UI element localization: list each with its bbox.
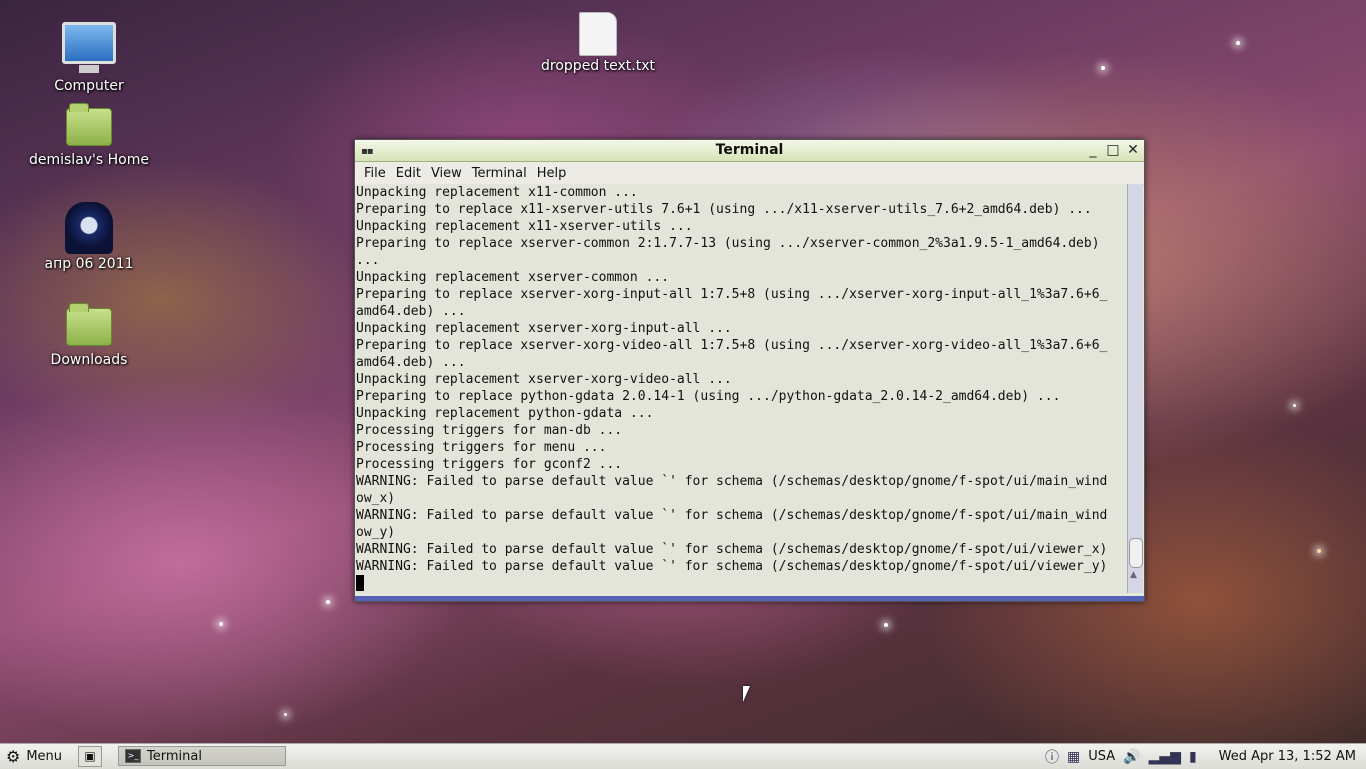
volume-icon[interactable]: 🔊 xyxy=(1123,749,1140,765)
user-avatar-icon xyxy=(65,202,113,254)
terminal-line: Preparing to replace xserver-common 2:1.… xyxy=(356,236,1100,251)
clock[interactable]: Wed Apr 13, 1:52 AM xyxy=(1219,749,1356,764)
terminal-line: Preparing to replace x11-xserver-utils 7… xyxy=(356,202,1092,217)
star xyxy=(219,622,223,626)
terminal-line: Unpacking replacement python-gdata ... xyxy=(356,406,654,421)
star xyxy=(1317,549,1321,553)
terminal-line: Preparing to replace python-gdata 2.0.14… xyxy=(356,389,1061,404)
show-desktop-button[interactable]: ▣ xyxy=(78,746,102,767)
terminal-line: Unpacking replacement xserver-common ... xyxy=(356,270,670,285)
update-manager-icon[interactable]: ▦ xyxy=(1067,749,1080,765)
terminal-line: WARNING: Failed to parse default value `… xyxy=(356,559,1108,574)
terminal-prompt-line[interactable] xyxy=(356,575,1127,592)
folder-icon xyxy=(66,303,112,346)
terminal-line: Processing triggers for menu ... xyxy=(356,440,607,455)
terminal-line: amd64.deb) ... xyxy=(356,304,466,319)
terminal-line: ow_x) xyxy=(356,491,396,506)
scroll-up-arrow-icon[interactable]: ▲ xyxy=(1130,570,1137,580)
terminal-line: WARNING: Failed to parse default value `… xyxy=(356,508,1108,523)
taskbar-item-label: Terminal xyxy=(147,748,202,764)
desktop-icon-label: Downloads xyxy=(50,352,128,368)
taskbar-item-terminal[interactable]: >_ Terminal xyxy=(118,746,286,766)
terminal-line: Unpacking replacement xserver-xorg-video… xyxy=(356,372,732,387)
battery-icon[interactable]: ▮ xyxy=(1189,749,1197,765)
desktop-icon-label: апр 06 2011 xyxy=(44,256,134,272)
window-titlebar[interactable]: ▪▪ Terminal _ □ ✕ xyxy=(355,140,1144,162)
terminal-output[interactable]: Unpacking replacement x11-common ... Prep… xyxy=(355,184,1127,593)
taskbar: ⚙ Menu ▣ >_ Terminal ⓘ ▦ USA 🔊 ▂▄▆ ▮ Wed… xyxy=(0,743,1366,769)
desktop-icon-label: Computer xyxy=(54,78,124,94)
info-icon[interactable]: ⓘ xyxy=(1045,747,1059,767)
star xyxy=(326,600,330,604)
terminal-line: WARNING: Failed to parse default value `… xyxy=(356,542,1108,557)
window-title: Terminal xyxy=(715,142,784,158)
menu-file[interactable]: File xyxy=(359,166,391,181)
terminal-line: ow_y) xyxy=(356,525,396,540)
terminal-line: Preparing to replace xserver-xorg-input-… xyxy=(356,287,1108,302)
text-file-icon xyxy=(579,12,617,56)
terminal-line: amd64.deb) ... xyxy=(356,355,466,370)
minimize-button[interactable]: _ xyxy=(1084,141,1102,159)
menu-edit[interactable]: Edit xyxy=(391,166,426,181)
star xyxy=(1236,41,1240,45)
maximize-button[interactable]: □ xyxy=(1104,141,1122,159)
terminal-line: ... xyxy=(356,253,380,268)
terminal-icon: >_ xyxy=(125,749,141,763)
scrollbar[interactable]: ▲ xyxy=(1127,184,1143,593)
system-tray: ⓘ ▦ USA 🔊 ▂▄▆ ▮ Wed Apr 13, 1:52 AM xyxy=(1045,746,1366,767)
terminal-line: Unpacking replacement xserver-xorg-input… xyxy=(356,321,732,336)
terminal-line: WARNING: Failed to parse default value `… xyxy=(356,474,1108,489)
computer-icon xyxy=(62,22,116,73)
text-cursor xyxy=(356,575,364,591)
desktop-icon-downloads[interactable]: Downloads xyxy=(24,303,154,368)
start-menu-button[interactable]: ⚙ Menu xyxy=(6,747,62,766)
keyboard-layout-indicator[interactable]: USA xyxy=(1088,749,1115,764)
terminal-window[interactable]: ▪▪ Terminal _ □ ✕ File Edit View Termina… xyxy=(354,139,1145,602)
menu-view[interactable]: View xyxy=(426,166,467,181)
window-bottom-border xyxy=(355,596,1144,601)
network-signal-icon[interactable]: ▂▄▆ xyxy=(1149,749,1181,765)
desktop-icon-label: demislav's Home xyxy=(28,152,149,168)
menu-terminal[interactable]: Terminal xyxy=(467,166,532,181)
scrollbar-thumb[interactable] xyxy=(1129,538,1143,568)
terminal-line: Processing triggers for gconf2 ... xyxy=(356,457,623,472)
menu-help[interactable]: Help xyxy=(532,166,572,181)
star xyxy=(284,713,287,716)
terminal-line: Unpacking replacement x11-common ... xyxy=(356,185,638,200)
star xyxy=(1293,404,1296,407)
terminal-line: Preparing to replace xserver-xorg-video-… xyxy=(356,338,1108,353)
mouse-pointer-icon xyxy=(743,686,757,702)
desktop-icon-avatar[interactable]: апр 06 2011 xyxy=(24,202,154,272)
desktop-icon-home[interactable]: demislav's Home xyxy=(24,103,154,168)
close-button[interactable]: ✕ xyxy=(1124,141,1142,159)
terminal-line: Processing triggers for man-db ... xyxy=(356,423,623,438)
start-menu-label: Menu xyxy=(26,749,63,764)
menu-bar: File Edit View Terminal Help xyxy=(355,162,1144,185)
star xyxy=(884,623,888,627)
desktop-icon-dropped-text[interactable]: dropped text.txt xyxy=(533,12,663,74)
desktop-icon-label: dropped text.txt xyxy=(541,58,655,74)
terminal-line: Unpacking replacement x11-xserver-utils … xyxy=(356,219,693,234)
desktop-icon-computer[interactable]: Computer xyxy=(24,22,154,94)
gear-icon: ⚙ xyxy=(6,747,21,766)
home-folder-icon xyxy=(66,103,112,146)
star xyxy=(1101,66,1105,70)
